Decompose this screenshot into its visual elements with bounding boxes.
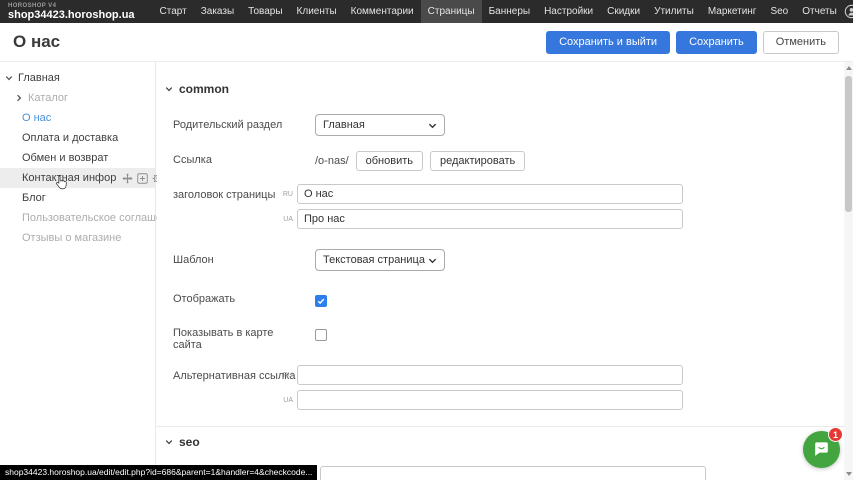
chevron-down-icon: [165, 438, 173, 446]
alt-link-ru-input[interactable]: [297, 365, 683, 385]
sidebar-item-payment[interactable]: Оплата и доставка: [0, 128, 155, 148]
page-title-ru-input[interactable]: [297, 184, 683, 204]
template-row: Шаблон Текстовая страница: [173, 249, 844, 271]
sidebar-item-label: Обмен и возврат: [22, 152, 108, 164]
sidebar-item-label: Каталог: [28, 92, 68, 104]
alt-link-ua-input[interactable]: [297, 390, 683, 410]
sidebar-item-reviews[interactable]: Отзывы о магазине: [0, 228, 155, 248]
sidebar-item-label: Главная: [18, 72, 60, 84]
vertical-scrollbar[interactable]: [844, 62, 853, 480]
menu-item-products[interactable]: Товары: [241, 0, 289, 23]
sidebar-item-home[interactable]: Главная: [0, 68, 155, 88]
sidebar-item-catalog[interactable]: Каталог: [0, 88, 155, 108]
sitemap-row: Показывать в карте сайта: [173, 325, 844, 351]
chevron-right-icon: [15, 94, 23, 102]
scroll-down-arrow[interactable]: [844, 469, 853, 479]
sidebar-item-label: О нас: [22, 112, 51, 124]
field-label: Родительский раздел: [173, 119, 297, 131]
menu-item-comments[interactable]: Комментарии: [344, 0, 421, 23]
chevron-down-icon: [428, 256, 437, 265]
sidebar-item-contacts[interactable]: Контактная инфор: [0, 168, 155, 188]
parent-section-row: Родительский раздел Главная: [173, 114, 844, 136]
field-label: Показывать в карте сайта: [173, 325, 297, 351]
template-select[interactable]: Текстовая страница: [315, 249, 445, 271]
brand-logo[interactable]: HOROSHOP V4 shop34423.horoshop.ua: [8, 3, 135, 21]
select-value: Текстовая страница: [323, 254, 425, 266]
page-edit-form: common Родительский раздел Главная Ссылк…: [157, 62, 844, 480]
chat-unread-badge: 1: [828, 427, 843, 442]
cancel-button[interactable]: Отменить: [763, 31, 839, 54]
html-title-ru-input[interactable]: [320, 466, 706, 480]
brand-version: HOROSHOP V4: [8, 3, 135, 9]
lang-badge-ua: UA: [279, 209, 297, 229]
sidebar-item-label: Отзывы о магазине: [22, 232, 121, 244]
url-row: Ссылка /o-nas/ обновить редактировать: [173, 149, 844, 171]
brand-domain: shop34423.horoshop.ua: [8, 10, 135, 21]
page-title-row: заголовок страницы RU UA: [173, 184, 844, 229]
section-title: common: [179, 82, 229, 96]
sidebar-item-label: Блог: [22, 192, 46, 204]
lang-badge-ru: RU: [279, 365, 297, 385]
lang-badge-ru: RU: [279, 184, 297, 204]
sidebar-item-blog[interactable]: Блог: [0, 188, 155, 208]
scrollbar-thumb[interactable]: [845, 76, 852, 212]
topbar-menu: Старт Заказы Товары Клиенты Комментарии …: [153, 0, 844, 23]
sidebar-item-terms[interactable]: Пользовательское соглашение: [0, 208, 155, 228]
status-url-tooltip: shop34423.horoshop.ua/edit/edit.php?id=6…: [0, 465, 317, 480]
section-header-common[interactable]: common: [165, 82, 844, 96]
section-header-seo[interactable]: seo: [165, 435, 844, 449]
sidebar-item-returns[interactable]: Обмен и возврат: [0, 148, 155, 168]
topbar: HOROSHOP V4 shop34423.horoshop.ua Старт …: [0, 0, 853, 23]
url-refresh-button[interactable]: обновить: [356, 151, 423, 171]
check-icon: [317, 297, 325, 305]
display-row: Отображать: [173, 291, 844, 307]
user-icon[interactable]: [844, 4, 853, 19]
menu-item-pages[interactable]: Страницы: [421, 0, 482, 23]
chevron-down-icon: [165, 85, 173, 93]
page-title-ua-input[interactable]: [297, 209, 683, 229]
chat-widget-button[interactable]: 1: [803, 431, 840, 468]
menu-item-orders[interactable]: Заказы: [194, 0, 241, 23]
lang-badge-ua: UA: [279, 390, 297, 410]
scroll-up-arrow[interactable]: [844, 63, 853, 73]
pages-tree-sidebar: Главная Каталог О нас Оплата и доставка …: [0, 62, 156, 480]
page-title: О нас: [13, 32, 60, 52]
move-icon[interactable]: [122, 173, 133, 184]
chat-bubble-icon: [812, 440, 831, 459]
menu-item-utilities[interactable]: Утилиты: [647, 0, 701, 23]
chevron-down-icon: [5, 74, 13, 82]
menu-item-clients[interactable]: Клиенты: [290, 0, 344, 23]
add-icon[interactable]: [137, 173, 148, 184]
menu-item-seo[interactable]: Seo: [763, 0, 795, 23]
alt-link-row: Альтернативная ссылка RU UA: [173, 365, 844, 410]
sidebar-item-label: Оплата и доставка: [22, 132, 118, 144]
section-title: seo: [179, 435, 200, 449]
menu-item-marketing[interactable]: Маркетинг: [701, 0, 764, 23]
section-divider: [157, 426, 844, 427]
select-value: Главная: [323, 119, 365, 131]
url-edit-button[interactable]: редактировать: [430, 151, 525, 171]
save-button[interactable]: Сохранить: [676, 31, 757, 54]
menu-item-discounts[interactable]: Скидки: [600, 0, 647, 23]
menu-item-settings[interactable]: Настройки: [537, 0, 600, 23]
sidebar-item-label: Контактная инфор: [22, 172, 116, 184]
sitemap-checkbox[interactable]: [315, 329, 327, 341]
parent-section-select[interactable]: Главная: [315, 114, 445, 136]
save-and-exit-button[interactable]: Сохранить и выйти: [546, 31, 670, 54]
chevron-down-icon: [428, 121, 437, 130]
menu-item-banners[interactable]: Баннеры: [482, 0, 537, 23]
field-label: Ссылка: [173, 154, 297, 166]
field-label: Шаблон: [173, 254, 297, 266]
menu-item-reports[interactable]: Отчеты: [795, 0, 844, 23]
page-header: О нас Сохранить и выйти Сохранить Отмени…: [0, 23, 853, 62]
menu-item-start[interactable]: Старт: [153, 0, 194, 23]
field-label: Отображать: [173, 291, 297, 305]
url-value: /o-nas/: [315, 155, 349, 167]
sidebar-item-about[interactable]: О нас: [0, 108, 155, 128]
display-checkbox[interactable]: [315, 295, 327, 307]
